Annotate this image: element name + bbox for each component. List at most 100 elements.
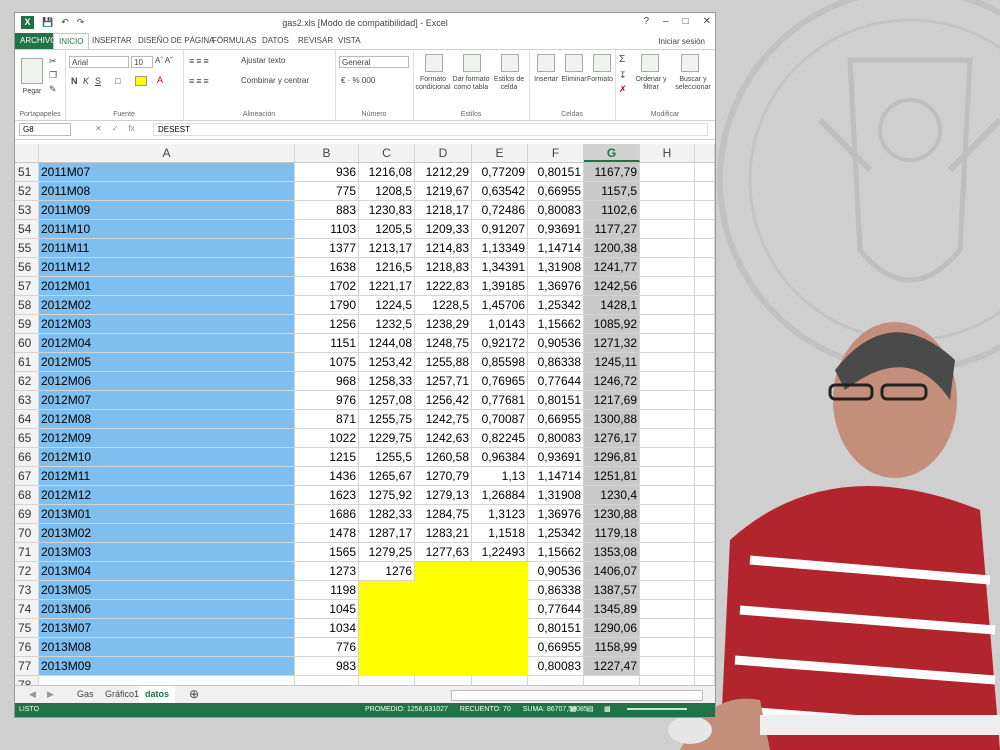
cell-d[interactable]: 1248,75 [415, 334, 472, 353]
cell-f[interactable]: 0,77644 [528, 600, 584, 619]
find-select-button[interactable]: Buscar y seleccionar [671, 76, 715, 92]
cell-a[interactable]: 2012M08 [39, 410, 295, 429]
cell-styles-button[interactable]: Estilos de celda [491, 76, 527, 92]
cancel-icon[interactable]: ✕ [95, 124, 102, 133]
cell-empty[interactable] [695, 619, 715, 638]
add-sheet-icon[interactable]: ⊕ [183, 686, 205, 703]
cell-b[interactable]: 936 [295, 163, 359, 182]
cell-b[interactable]: 1075 [295, 353, 359, 372]
cell-a[interactable]: 2013M02 [39, 524, 295, 543]
cell-empty[interactable] [695, 486, 715, 505]
row-header[interactable]: 51 [15, 163, 39, 182]
cell-d[interactable]: 1209,33 [415, 220, 472, 239]
cell-e[interactable]: 1,22493 [472, 543, 528, 562]
cell-e[interactable]: 1,3123 [472, 505, 528, 524]
clear-icon[interactable]: ✗ [619, 84, 627, 95]
column-header-e[interactable]: E [472, 144, 528, 162]
minimize-button[interactable]: – [663, 16, 669, 27]
cell-empty[interactable] [695, 448, 715, 467]
cell-b[interactable]: 776 [295, 638, 359, 657]
cell-b[interactable]: 983 [295, 657, 359, 676]
maximize-button[interactable]: □ [683, 16, 689, 27]
underline-icon[interactable]: S [95, 76, 101, 86]
format-painter-icon[interactable]: ✎ [49, 84, 57, 95]
cell-c[interactable]: 1229,75 [359, 429, 415, 448]
cell-d[interactable]: 1242,75 [415, 410, 472, 429]
cell-a[interactable]: 2012M07 [39, 391, 295, 410]
cell-f[interactable]: 1,31908 [528, 258, 584, 277]
cell-d[interactable]: 1212,29 [415, 163, 472, 182]
cell-empty[interactable] [695, 334, 715, 353]
tab-inicio[interactable]: INICIO [53, 33, 90, 50]
cell-empty[interactable] [695, 315, 715, 334]
cell-e[interactable]: 0,92172 [472, 334, 528, 353]
cell-a[interactable]: 2011M11 [39, 239, 295, 258]
cell-empty[interactable] [695, 429, 715, 448]
cell-b[interactable]: 1198 [295, 581, 359, 600]
cell-g[interactable]: 1200,38 [584, 239, 640, 258]
cell-f[interactable]: 0,80083 [528, 657, 584, 676]
cell-empty[interactable] [695, 163, 715, 182]
cell-empty[interactable] [695, 201, 715, 220]
cell-e[interactable]: 1,39185 [472, 277, 528, 296]
cell-d[interactable]: 1277,63 [415, 543, 472, 562]
merge-center-button[interactable]: Combinar y centrar [241, 76, 309, 85]
cell-e[interactable] [472, 562, 528, 581]
cell-empty[interactable] [640, 486, 695, 505]
cell-e[interactable]: 0,85598 [472, 353, 528, 372]
font-color-icon[interactable]: A [157, 75, 163, 85]
cell-e[interactable] [472, 638, 528, 657]
cell-b[interactable]: 1256 [295, 315, 359, 334]
cell-c[interactable]: 1253,42 [359, 353, 415, 372]
cell-c[interactable]: 1205,5 [359, 220, 415, 239]
cell-empty[interactable] [695, 524, 715, 543]
tab-formulas[interactable]: FÓRMULAS [207, 33, 261, 49]
cell-f[interactable]: 0,80151 [528, 391, 584, 410]
cell-c[interactable]: 1275,92 [359, 486, 415, 505]
cell-b[interactable]: 976 [295, 391, 359, 410]
cell-empty[interactable] [695, 296, 715, 315]
cell-b[interactable]: 1045 [295, 600, 359, 619]
row-header[interactable]: 54 [15, 220, 39, 239]
tab-revisar[interactable]: REVISAR [293, 33, 338, 49]
row-header[interactable]: 65 [15, 429, 39, 448]
cell-empty[interactable] [640, 277, 695, 296]
cell-a[interactable]: 2012M01 [39, 277, 295, 296]
cut-icon[interactable]: ✂ [49, 56, 57, 67]
cell-g[interactable]: 1296,81 [584, 448, 640, 467]
confirm-icon[interactable]: ✓ [112, 124, 119, 133]
cell-empty[interactable] [640, 410, 695, 429]
autosum-icon[interactable]: Σ [619, 54, 625, 65]
find-select-icon[interactable] [681, 54, 699, 72]
cell-c[interactable] [359, 600, 415, 619]
cell-b[interactable]: 1478 [295, 524, 359, 543]
cell-g[interactable]: 1251,81 [584, 467, 640, 486]
row-header[interactable]: 77 [15, 657, 39, 676]
cell-d[interactable]: 1214,83 [415, 239, 472, 258]
cell-empty[interactable] [640, 581, 695, 600]
row-header[interactable]: 56 [15, 258, 39, 277]
cell-c[interactable] [359, 581, 415, 600]
cell-c[interactable] [359, 657, 415, 676]
fill-color-icon[interactable] [135, 76, 147, 86]
cell-b[interactable]: 968 [295, 372, 359, 391]
cell-c[interactable]: 1276 [359, 562, 415, 581]
cell-g[interactable]: 1167,79 [584, 163, 640, 182]
cell-f[interactable]: 0,93691 [528, 220, 584, 239]
name-box[interactable]: G8 [19, 123, 71, 136]
cell-empty[interactable] [695, 467, 715, 486]
conditional-format-button[interactable]: Formato condicional [413, 76, 453, 92]
row-header[interactable]: 71 [15, 543, 39, 562]
cell-e[interactable]: 1,34391 [472, 258, 528, 277]
cell-f[interactable]: 1,14714 [528, 239, 584, 258]
column-header-a[interactable]: A [39, 144, 295, 162]
sheet-scroll-right-icon[interactable]: ▶ [41, 686, 60, 703]
cell-b[interactable]: 1638 [295, 258, 359, 277]
cell-f[interactable]: 0,77644 [528, 372, 584, 391]
cell-b[interactable]: 1623 [295, 486, 359, 505]
cell-c[interactable]: 1216,08 [359, 163, 415, 182]
cell-a[interactable]: 2012M02 [39, 296, 295, 315]
cell-a[interactable]: 2012M06 [39, 372, 295, 391]
cell-d[interactable] [415, 562, 472, 581]
cell-empty[interactable] [640, 372, 695, 391]
